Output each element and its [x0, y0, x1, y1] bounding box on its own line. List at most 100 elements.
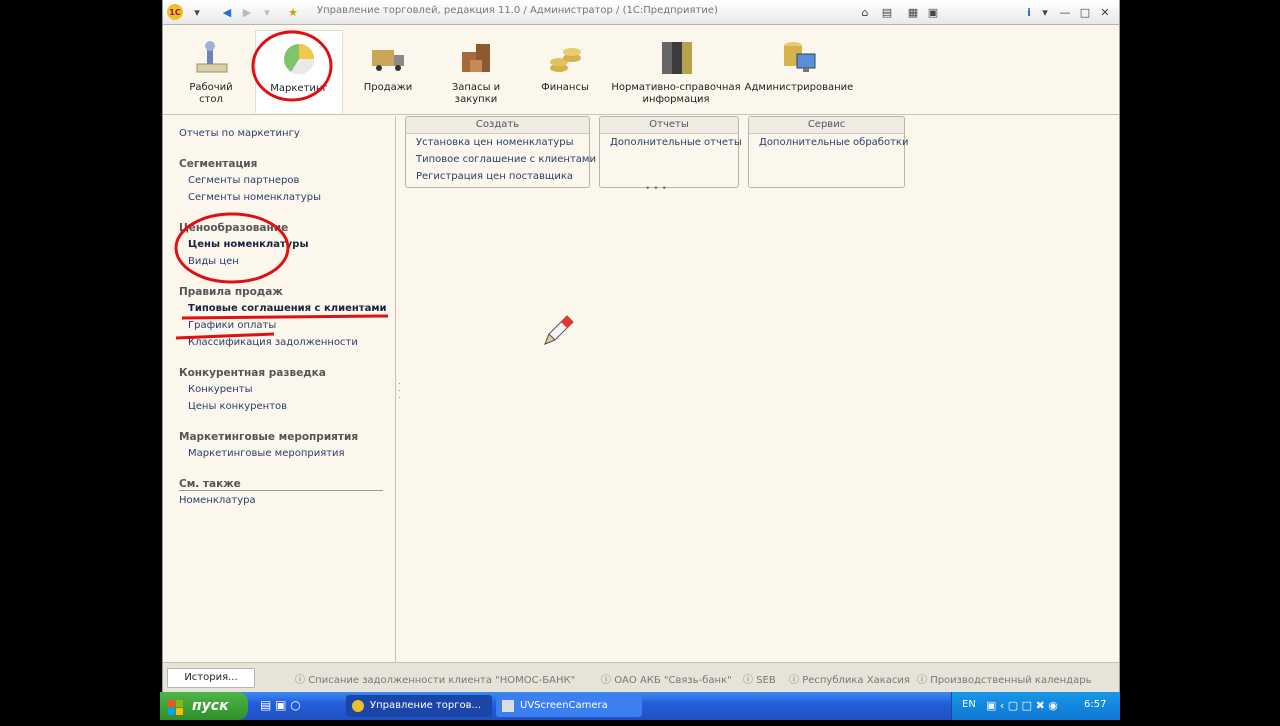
nav-group-competitive-intelligence: Конкурентная разведка	[179, 367, 326, 379]
application-window: 1С ▾ ◀ ▶ ▾ ★ Управление торговлей, редак…	[162, 0, 1120, 693]
task-label: UVScreenCamera	[520, 700, 608, 711]
splitter-handle[interactable]: ...	[398, 378, 401, 400]
status-item-text: Производственный календарь	[930, 675, 1092, 686]
section-label: Рабочий стол	[189, 82, 233, 105]
section-marketing[interactable]: Маркетинг	[255, 30, 343, 113]
history-button[interactable]: История...	[167, 668, 255, 688]
pie-chart-icon	[279, 39, 319, 79]
binders-icon	[656, 38, 696, 78]
desk-icon	[191, 38, 231, 78]
tray-icons[interactable]: ▣ ‹ ▢ □ ✖ ◉	[986, 699, 1058, 712]
nav-marketing-events[interactable]: Маркетинговые мероприятия	[188, 448, 345, 459]
print-icon[interactable]: ▤	[879, 4, 895, 20]
panel-title: Отчеты	[600, 117, 738, 134]
status-item[interactable]: ⓘ Республика Хакасия	[789, 671, 910, 686]
nav-competitors[interactable]: Конкуренты	[188, 384, 252, 395]
nav-item-segments[interactable]: Сегменты номенклатуры	[188, 192, 321, 203]
section-sales[interactable]: Продажи	[355, 30, 421, 112]
home-icon[interactable]: ⌂	[857, 4, 873, 20]
section-label: Маркетинг	[270, 83, 328, 94]
start-label: пуск	[192, 698, 229, 714]
nav-price-types[interactable]: Виды цен	[188, 256, 239, 267]
forward-arrow-icon[interactable]: ▶	[239, 4, 255, 20]
window-title: Управление торговлей, редакция 11.0 / Ад…	[317, 5, 718, 16]
panel-service-additional[interactable]: Дополнительные обработки	[749, 134, 908, 151]
navigation-panel: Отчеты по маркетингу Сегментация Сегмент…	[163, 116, 396, 662]
nav-nomenclature[interactable]: Номенклатура	[179, 495, 256, 506]
history-dropdown-icon[interactable]: ▾	[259, 4, 275, 20]
panel-title: Сервис	[749, 117, 904, 134]
admin-icon	[779, 38, 819, 78]
coins-icon	[545, 38, 585, 78]
truck-icon	[368, 38, 408, 78]
status-item-text: SEB	[756, 675, 776, 686]
section-label: Запасы и закупки	[451, 82, 501, 105]
section-label: Администрирование	[744, 82, 854, 93]
panel-create-set-prices[interactable]: Установка цен номенклатуры	[406, 134, 589, 151]
back-arrow-icon[interactable]: ◀	[219, 4, 235, 20]
nav-group-segmentation: Сегментация	[179, 158, 258, 170]
nav-standard-agreements[interactable]: Типовые соглашения с клиентами	[188, 303, 387, 314]
section-desktop[interactable]: Рабочий стол	[181, 30, 241, 112]
panel-create-supplier-prices[interactable]: Регистрация цен поставщика	[406, 168, 589, 185]
section-label: Финансы	[541, 82, 589, 93]
panel-splitter-handle[interactable]: •••	[645, 184, 670, 194]
start-button[interactable]: пуск	[160, 692, 248, 720]
favorites-star-icon[interactable]: ★	[285, 4, 301, 20]
status-item[interactable]: ⓘ SEB	[743, 671, 776, 686]
panel-create-agreement[interactable]: Типовое соглашение с клиентами	[406, 151, 596, 168]
info-icon[interactable]: i	[1021, 4, 1037, 20]
quicklaunch-icons[interactable]: ▤ ▣ ○	[260, 698, 301, 712]
section-administration[interactable]: Администрирование	[744, 30, 854, 112]
section-reference-info[interactable]: Нормативно-справочная информация	[611, 30, 741, 112]
language-indicator[interactable]: EN	[962, 699, 976, 710]
sections-panel: Рабочий стол Маркетинг Продажи Запасы и …	[163, 26, 1119, 115]
pencil-cursor-icon	[541, 314, 575, 352]
nav-payment-schedules[interactable]: Графики оплаты	[188, 320, 276, 331]
see-also-divider	[179, 490, 383, 491]
task-uvscreencamera[interactable]: UVScreenCamera	[496, 695, 642, 717]
nav-item-prices[interactable]: Цены номенклатуры	[188, 239, 309, 250]
status-item[interactable]: ⓘ Производственный календарь	[917, 671, 1091, 686]
nav-group-marketing-events: Маркетинговые мероприятия	[179, 431, 359, 443]
close-icon[interactable]: ✕	[1097, 4, 1113, 20]
panel-title: Создать	[406, 117, 589, 134]
section-label: Продажи	[363, 82, 413, 93]
section-label: Нормативно-справочная информация	[611, 82, 741, 105]
info-dropdown-icon[interactable]: ▾	[1037, 4, 1053, 20]
windows-taskbar: пуск ▤ ▣ ○ Управление торгов... UVScreen…	[160, 692, 1120, 720]
calendar-icon[interactable]: ▣	[925, 4, 941, 20]
status-item[interactable]: ⓘ ОАО АКБ "Связь-банк"	[601, 671, 732, 686]
boxes-icon	[456, 38, 496, 78]
status-bar: История... ⓘ Списание задолженности клие…	[163, 662, 1119, 693]
title-bar: 1С ▾ ◀ ▶ ▾ ★ Управление торговлей, редак…	[163, 0, 1119, 25]
windows-logo-icon	[168, 698, 184, 715]
maximize-icon[interactable]: □	[1077, 4, 1093, 20]
panel-reports: Отчеты Дополнительные отчеты	[599, 116, 742, 188]
calculator-icon[interactable]: ▦	[905, 4, 921, 20]
task-1c-app[interactable]: Управление торгов...	[346, 695, 492, 717]
camera-app-icon	[502, 700, 514, 712]
status-item-text: ОАО АКБ "Связь-банк"	[614, 675, 732, 686]
clock: 6:57	[1084, 699, 1107, 710]
status-item[interactable]: ⓘ Списание задолженности клиента "НОМОС-…	[295, 671, 575, 686]
system-tray: EN ▣ ‹ ▢ □ ✖ ◉ 6:57	[951, 692, 1120, 720]
nav-competitor-prices[interactable]: Цены конкурентов	[188, 401, 287, 412]
panel-reports-additional[interactable]: Дополнительные отчеты	[600, 134, 742, 151]
minimize-icon[interactable]: —	[1057, 4, 1073, 20]
section-finance[interactable]: Финансы	[533, 30, 597, 112]
nav-debt-classification[interactable]: Классификация задолженности	[188, 337, 358, 348]
panel-create: Создать Установка цен номенклатуры Типов…	[405, 116, 596, 188]
menu-dropdown-icon[interactable]: ▾	[189, 4, 205, 20]
1c-logo-icon[interactable]: 1С	[167, 4, 183, 20]
nav-group-sales-rules: Правила продаж	[179, 286, 283, 298]
1c-app-icon	[352, 700, 364, 712]
status-item-text: Республика Хакасия	[802, 675, 910, 686]
task-label: Управление торгов...	[370, 700, 482, 711]
nav-group-see-also: См. также	[179, 478, 241, 490]
nav-partner-segments[interactable]: Сегменты партнеров	[188, 175, 299, 186]
nav-marketing-reports[interactable]: Отчеты по маркетингу	[179, 128, 300, 139]
section-inventory[interactable]: Запасы и закупки	[443, 30, 509, 112]
status-item-text: Списание задолженности клиента "НОМОС-БА…	[308, 675, 576, 686]
nav-group-pricing: Ценообразование	[179, 222, 289, 234]
